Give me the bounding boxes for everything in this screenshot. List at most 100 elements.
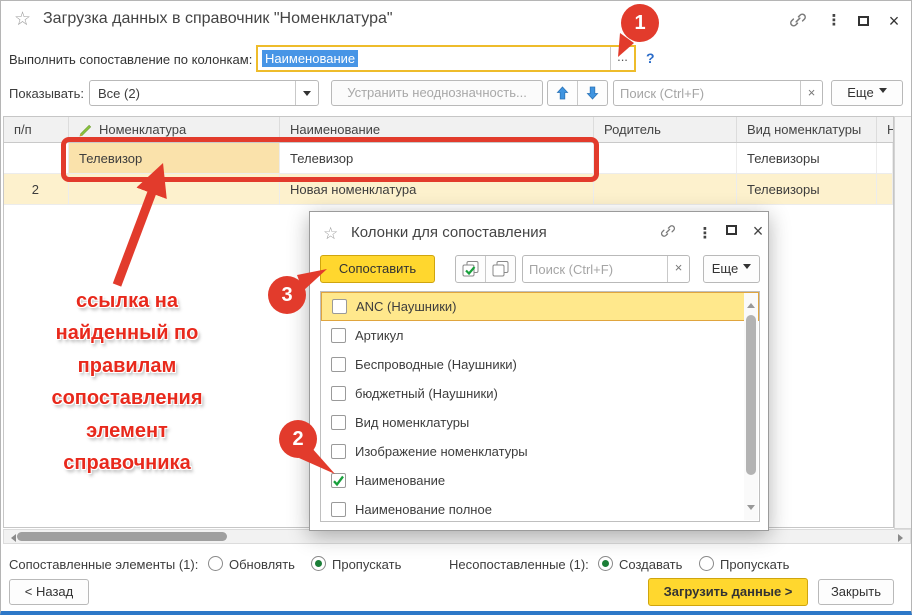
uncheck-all-icon <box>490 260 510 278</box>
cell-nomenclature-matched[interactable]: Телевизор <box>69 143 280 173</box>
cell-num <box>4 143 69 173</box>
uncheck-all-button[interactable] <box>486 256 516 282</box>
annotation-badge-3: 3 <box>268 276 306 314</box>
menu-dots-icon[interactable]: ⋮ <box>823 11 845 31</box>
column-header-num[interactable]: п/п <box>4 117 69 142</box>
list-item[interactable]: Вид номенклатуры <box>321 408 759 437</box>
columns-list: ANC (Наушники) Артикул Беспроводные (Нау… <box>320 291 760 522</box>
scroll-left-icon[interactable] <box>7 534 16 542</box>
maximize-icon[interactable] <box>721 220 741 238</box>
check-all-button[interactable] <box>456 256 486 282</box>
map-button[interactable]: Сопоставить <box>320 255 435 283</box>
annotation-badge-2: 2 <box>279 420 317 458</box>
list-item[interactable]: Наименование полное <box>321 495 759 524</box>
list-scrollbar[interactable] <box>744 293 758 520</box>
checkbox-unchecked[interactable] <box>331 386 346 401</box>
menu-dots-icon[interactable]: ⋮ <box>695 224 715 242</box>
table-row[interactable]: 2 Новая номенклатура Телевизоры <box>4 174 893 205</box>
list-item[interactable]: Беспроводные (Наушники) <box>321 350 759 379</box>
mapping-columns-label: Выполнить сопоставление по колонкам: <box>9 52 252 67</box>
cell-name: Новая номенклатура <box>280 174 594 204</box>
cell-kind: Телевизоры <box>737 143 877 173</box>
move-up-button[interactable] <box>548 81 578 105</box>
scrollbar-thumb[interactable] <box>746 315 756 475</box>
table-search-field[interactable]: × <box>613 80 823 106</box>
cell-kind: Телевизоры <box>737 174 877 204</box>
title-bar: ☆ Загрузка данных в справочник "Номенкла… <box>1 1 911 41</box>
search-clear-icon[interactable]: × <box>667 256 689 282</box>
matched-elements-label: Сопоставленные элементы (1): <box>9 557 198 572</box>
horizontal-scrollbar[interactable] <box>3 529 911 544</box>
checkbox-checked[interactable] <box>331 473 346 488</box>
checkbox-unchecked[interactable] <box>331 415 346 430</box>
radio-skip-unmatched-label[interactable]: Пропускать <box>720 557 789 572</box>
column-header-parent[interactable]: Родитель <box>594 117 737 142</box>
mapping-columns-input[interactable]: Наименование ... <box>256 45 636 72</box>
link-icon[interactable] <box>787 11 809 31</box>
column-header-name[interactable]: Наименование <box>280 117 594 142</box>
link-icon[interactable] <box>658 223 678 241</box>
help-link[interactable]: ? <box>646 50 655 66</box>
dialog-search-input[interactable] <box>523 262 667 277</box>
checkbox-unchecked[interactable] <box>331 502 346 517</box>
check-all-icon <box>460 260 480 278</box>
annotation-badge-1: 1 <box>621 4 659 42</box>
annotation-note: ссылка на найденный по правилам сопостав… <box>19 285 235 479</box>
mapping-columns-value: Наименование <box>262 50 358 67</box>
list-item[interactable]: Артикул <box>321 321 759 350</box>
show-filter-dropdown-icon[interactable] <box>295 81 318 105</box>
radio-skip-matched[interactable] <box>311 556 326 571</box>
maximize-icon[interactable] <box>852 11 874 31</box>
list-item[interactable]: бюджетный (Наушники) <box>321 379 759 408</box>
close-icon[interactable]: × <box>748 221 768 239</box>
move-down-button[interactable] <box>578 81 608 105</box>
vertical-scrollbar[interactable] <box>894 116 912 529</box>
arrow-up-icon <box>556 86 569 100</box>
scrollbar-thumb[interactable] <box>17 532 227 541</box>
scroll-down-icon[interactable] <box>747 505 755 514</box>
radio-update-label[interactable]: Обновлять <box>229 557 295 572</box>
move-buttons <box>547 80 608 106</box>
radio-update[interactable] <box>208 556 223 571</box>
app-window: ☆ Загрузка данных в справочник "Номенкла… <box>0 0 912 615</box>
column-header-kind[interactable]: Вид номенклатуры <box>737 117 877 142</box>
show-filter-value: Все (2) <box>98 86 140 101</box>
table-search-input[interactable] <box>614 86 800 101</box>
more-button[interactable]: Еще <box>831 80 903 106</box>
mapping-columns-picker-button[interactable]: ... <box>610 47 634 70</box>
column-header-nomenclature[interactable]: Номенклатура <box>69 117 280 142</box>
radio-create[interactable] <box>598 556 613 571</box>
window-title: Загрузка данных в справочник "Номенклату… <box>43 10 393 28</box>
radio-skip-unmatched[interactable] <box>699 556 714 571</box>
arrow-down-icon <box>586 86 599 100</box>
cell-nomenclature[interactable] <box>69 174 280 204</box>
favorite-star-icon[interactable]: ☆ <box>14 10 31 30</box>
check-buttons <box>455 255 516 283</box>
list-item[interactable]: Изображение номенклатуры <box>321 437 759 466</box>
checkbox-unchecked[interactable] <box>331 328 346 343</box>
checkbox-unchecked[interactable] <box>332 299 347 314</box>
dialog-search-field[interactable]: × <box>522 255 690 283</box>
search-clear-icon[interactable]: × <box>800 81 822 105</box>
dialog-more-button[interactable]: Еще <box>703 255 760 283</box>
list-item[interactable]: ANC (Наушники) <box>321 292 759 321</box>
close-icon[interactable]: × <box>883 11 905 31</box>
back-button[interactable]: < Назад <box>9 579 89 605</box>
favorite-star-icon[interactable]: ☆ <box>323 224 338 244</box>
column-header-next[interactable]: Н <box>877 117 893 142</box>
pencil-icon <box>79 123 93 137</box>
close-button[interactable]: Закрыть <box>818 579 894 605</box>
checkbox-unchecked[interactable] <box>331 444 346 459</box>
table-row[interactable]: Телевизор Телевизор Телевизоры <box>4 143 893 174</box>
scroll-up-icon[interactable] <box>747 299 755 308</box>
scroll-right-icon[interactable] <box>898 534 907 542</box>
list-item[interactable]: Наименование <box>321 466 759 495</box>
cell-parent <box>594 174 737 204</box>
radio-skip-matched-label[interactable]: Пропускать <box>332 557 401 572</box>
show-filter-label: Показывать: <box>9 86 84 101</box>
show-filter-select[interactable]: Все (2) <box>89 80 319 106</box>
disambiguate-button[interactable]: Устранить неоднозначность... <box>331 80 543 106</box>
radio-create-label[interactable]: Создавать <box>619 557 682 572</box>
checkbox-unchecked[interactable] <box>331 357 346 372</box>
load-data-button[interactable]: Загрузить данные > <box>648 578 808 606</box>
